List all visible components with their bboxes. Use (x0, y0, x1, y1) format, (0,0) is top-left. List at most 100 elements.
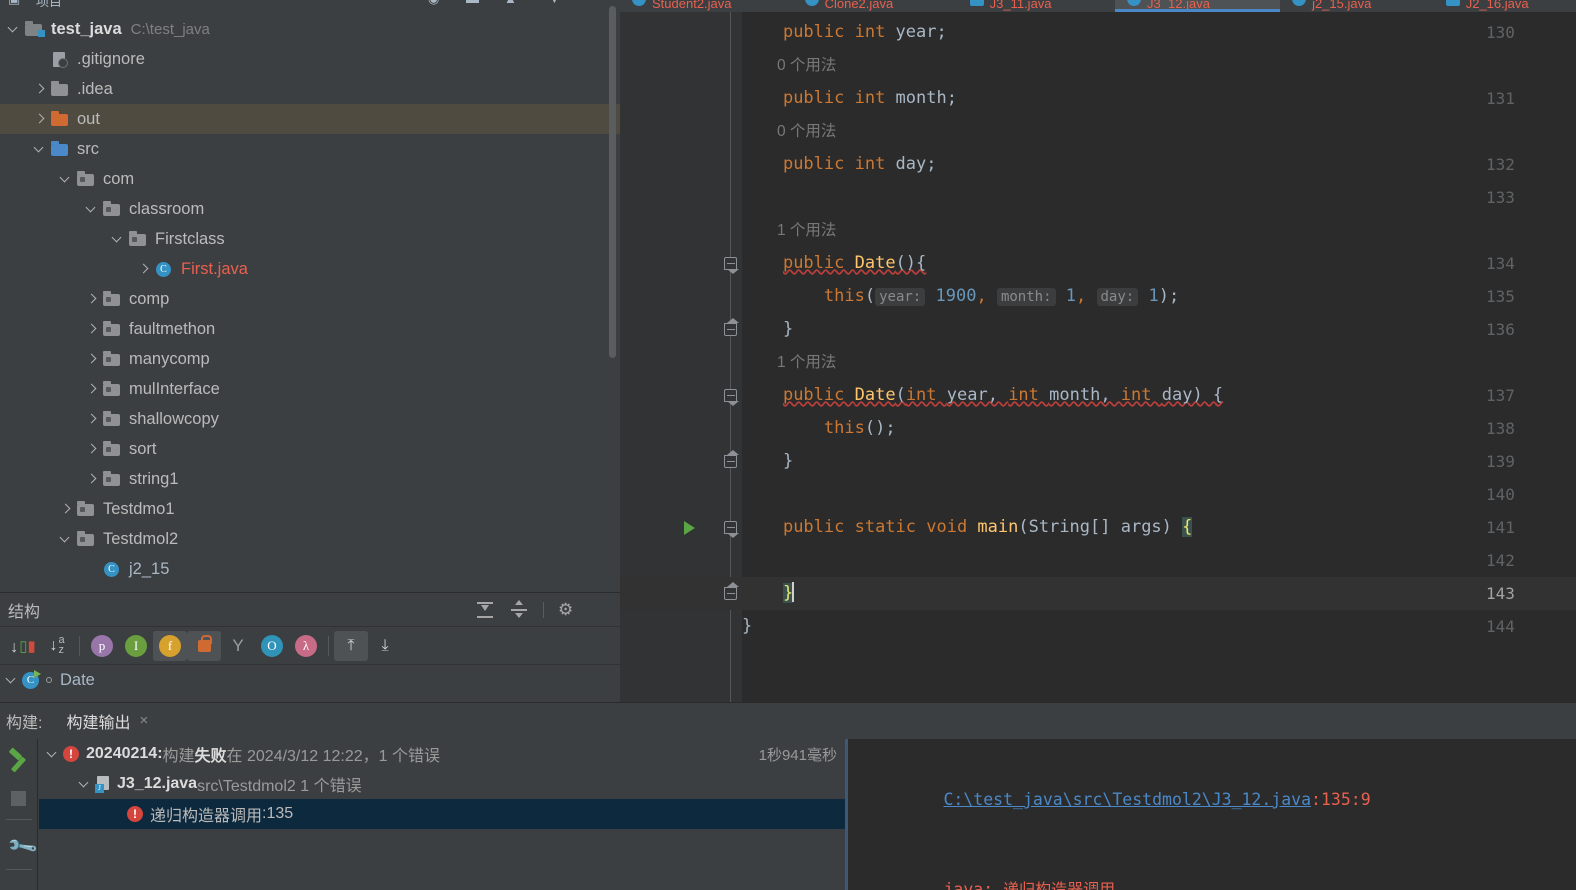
chevron-down-icon[interactable] (6, 675, 17, 686)
code-line[interactable]: public int year; (742, 16, 947, 49)
build-row[interactable]: ! 递归构造器调用 :135 (39, 799, 845, 829)
project-tree[interactable]: test_java C:\test_java .gitignore .idea out s… (0, 14, 620, 592)
tree-item-string1[interactable]: string1 (0, 464, 620, 494)
hide-icon[interactable] (592, 600, 612, 620)
tree-item--idea[interactable]: .idea (0, 74, 620, 104)
build-hammer-icon[interactable] (8, 747, 30, 775)
chevron-down-icon[interactable] (8, 24, 19, 35)
chevron-right-icon[interactable] (34, 84, 45, 95)
autoscroll-to-source-icon[interactable]: ⤒ (334, 630, 368, 661)
collapse-all-toolbar-icon[interactable]: ▬ (466, 0, 479, 6)
build-row[interactable]: ! 20240214: 构建 失败 在 2024/3/12 12:22，1 个错误… (39, 739, 845, 769)
show-fields-icon[interactable]: f (153, 630, 187, 661)
code-line[interactable] (742, 478, 752, 511)
tree-item-testdmol2[interactable]: Testdmol2 (0, 524, 620, 554)
chevron-right-icon[interactable] (86, 324, 97, 335)
code-line[interactable]: } (620, 577, 1576, 610)
settings-wrench-icon[interactable]: 🔧 (5, 829, 40, 864)
code-line[interactable]: } (742, 445, 793, 478)
code-line[interactable]: } (742, 313, 793, 346)
project-view-icon[interactable]: ▣ (8, 0, 20, 7)
editor-tab-j2-15-java[interactable]: j2_15.java (1280, 0, 1434, 12)
editor-tab-student2-java[interactable]: Student2.java (620, 0, 793, 12)
chevron-down-icon[interactable] (79, 779, 90, 790)
fold-expand-icon[interactable] (724, 521, 739, 538)
tree-item-com[interactable]: com (0, 164, 620, 194)
editor-tab-j2-16-java[interactable]: J2_16.java (1434, 0, 1576, 12)
run-gutter-icon[interactable] (684, 521, 695, 535)
code-text[interactable]: public int year; 0 个用法 public int month; 0… (620, 12, 1576, 702)
stop-icon[interactable] (11, 791, 26, 806)
code-line[interactable]: this(year: 1900, month: 1, day: 1); (742, 280, 1179, 313)
hide-toolbar-icon[interactable]: ▼ (548, 0, 561, 6)
tree-item-src[interactable]: src (0, 134, 620, 164)
editor-tab-clone2-java[interactable]: Clone2.java (793, 0, 958, 12)
code-line[interactable] (742, 181, 752, 214)
sort-alphabetically-icon[interactable]: ↓ a z (40, 631, 74, 661)
tree-item-classroom[interactable]: classroom (0, 194, 620, 224)
build-row[interactable]: J J3_12.java src\Testdmol2 1 个错误 (39, 769, 845, 799)
show-lambdas-icon[interactable]: λ (289, 631, 323, 661)
chevron-down-icon[interactable] (86, 204, 97, 215)
collapse-all-icon[interactable] (509, 600, 529, 620)
build-result-tree[interactable]: ! 20240214: 构建 失败 在 2024/3/12 12:22，1 个错误… (39, 739, 845, 890)
fold-collapse-icon[interactable] (724, 450, 739, 468)
chevron-down-icon[interactable] (34, 144, 45, 155)
tree-item-test-java[interactable]: test_java C:\test_java (0, 14, 620, 44)
chevron-down-icon[interactable] (60, 174, 71, 185)
editor-tab-j3-12-java[interactable]: J3_12.java (1115, 0, 1281, 12)
chevron-right-icon[interactable] (86, 414, 97, 425)
autoscroll-from-source-icon[interactable]: ⤓ (368, 631, 402, 661)
editor-tab-bar[interactable]: Student2.java Clone2.java J3_11.java J3_12.… (620, 0, 1576, 12)
tree-item-firstclass[interactable]: Firstclass (0, 224, 620, 254)
chevron-right-icon[interactable] (86, 354, 97, 365)
chevron-right-icon[interactable] (86, 474, 97, 485)
code-editor[interactable]: public int year; 0 个用法 public int month; 0… (620, 12, 1576, 702)
structure-item-date[interactable]: C Date (0, 665, 620, 695)
chevron-right-icon[interactable] (86, 294, 97, 305)
code-line[interactable]: this(); (742, 412, 896, 445)
tree-item-shallowcopy[interactable]: shallowcopy (0, 404, 620, 434)
build-side-toolbar[interactable]: 🔧 (0, 739, 40, 890)
build-output-tab[interactable]: 构建输出 × (60, 701, 155, 742)
show-anonymous-classes-icon[interactable]: Y (221, 631, 255, 661)
gear-icon[interactable]: ⚙ (558, 600, 578, 620)
show-interfaces-icon[interactable]: O (255, 631, 289, 661)
tree-item-mulinterface[interactable]: mulInterface (0, 374, 620, 404)
tree-item-out[interactable]: out (0, 104, 620, 134)
code-line[interactable]: public static void main(String[] args) { (742, 511, 1193, 544)
chevron-down-icon[interactable] (112, 234, 123, 245)
fold-expand-icon[interactable] (724, 389, 739, 406)
structure-toolbar[interactable]: ↓ ▯▮ ↓ a z p If Y Oλ ⤒ ⤓ (0, 627, 620, 665)
show-inherited-icon[interactable]: I (119, 631, 153, 661)
code-line[interactable]: } (742, 610, 752, 643)
tree-item-testdmo1[interactable]: Testdmo1 (0, 494, 620, 524)
chevron-right-icon[interactable] (86, 384, 97, 395)
code-line[interactable] (742, 544, 752, 577)
error-file-link[interactable]: C:\test_java\src\Testdmol2\J3_12.java (943, 790, 1311, 809)
tree-item-j2-15[interactable]: Cj2_15 (0, 554, 620, 584)
fold-expand-icon[interactable] (724, 257, 739, 274)
chevron-down-icon[interactable] (47, 749, 58, 760)
project-panel-toolbar[interactable]: ▣ 项目 ◉ ▬ ▲ ▼ (0, 0, 620, 14)
chevron-right-icon[interactable] (86, 444, 97, 455)
tree-item--gitignore[interactable]: .gitignore (0, 44, 620, 74)
code-line[interactable]: public Date(){ (742, 247, 926, 280)
project-tree-scrollbar[interactable] (609, 6, 616, 358)
tree-item-first-java[interactable]: C First.java (0, 254, 620, 284)
fold-collapse-icon[interactable] (724, 318, 739, 336)
sort-by-visibility-icon[interactable]: ↓ ▯▮ (6, 631, 40, 661)
show-non-public-icon[interactable] (187, 630, 221, 661)
structure-tree[interactable]: C Date (0, 665, 620, 695)
tree-item-manycomp[interactable]: manycomp (0, 344, 620, 374)
expand-all-icon[interactable] (475, 600, 495, 620)
chevron-right-icon[interactable] (34, 114, 45, 125)
code-line[interactable]: public Date(int year, int month, int day… (742, 379, 1223, 412)
code-line[interactable]: public int day; (742, 148, 937, 181)
tree-item-comp[interactable]: comp (0, 284, 620, 314)
fold-collapse-icon[interactable] (724, 582, 739, 600)
editor-tab-j3-11-java[interactable]: J3_11.java (958, 0, 1115, 12)
chevron-right-icon[interactable] (138, 264, 149, 275)
tree-item-faultmethon[interactable]: faultmethon (0, 314, 620, 344)
chevron-down-icon[interactable] (60, 534, 71, 545)
